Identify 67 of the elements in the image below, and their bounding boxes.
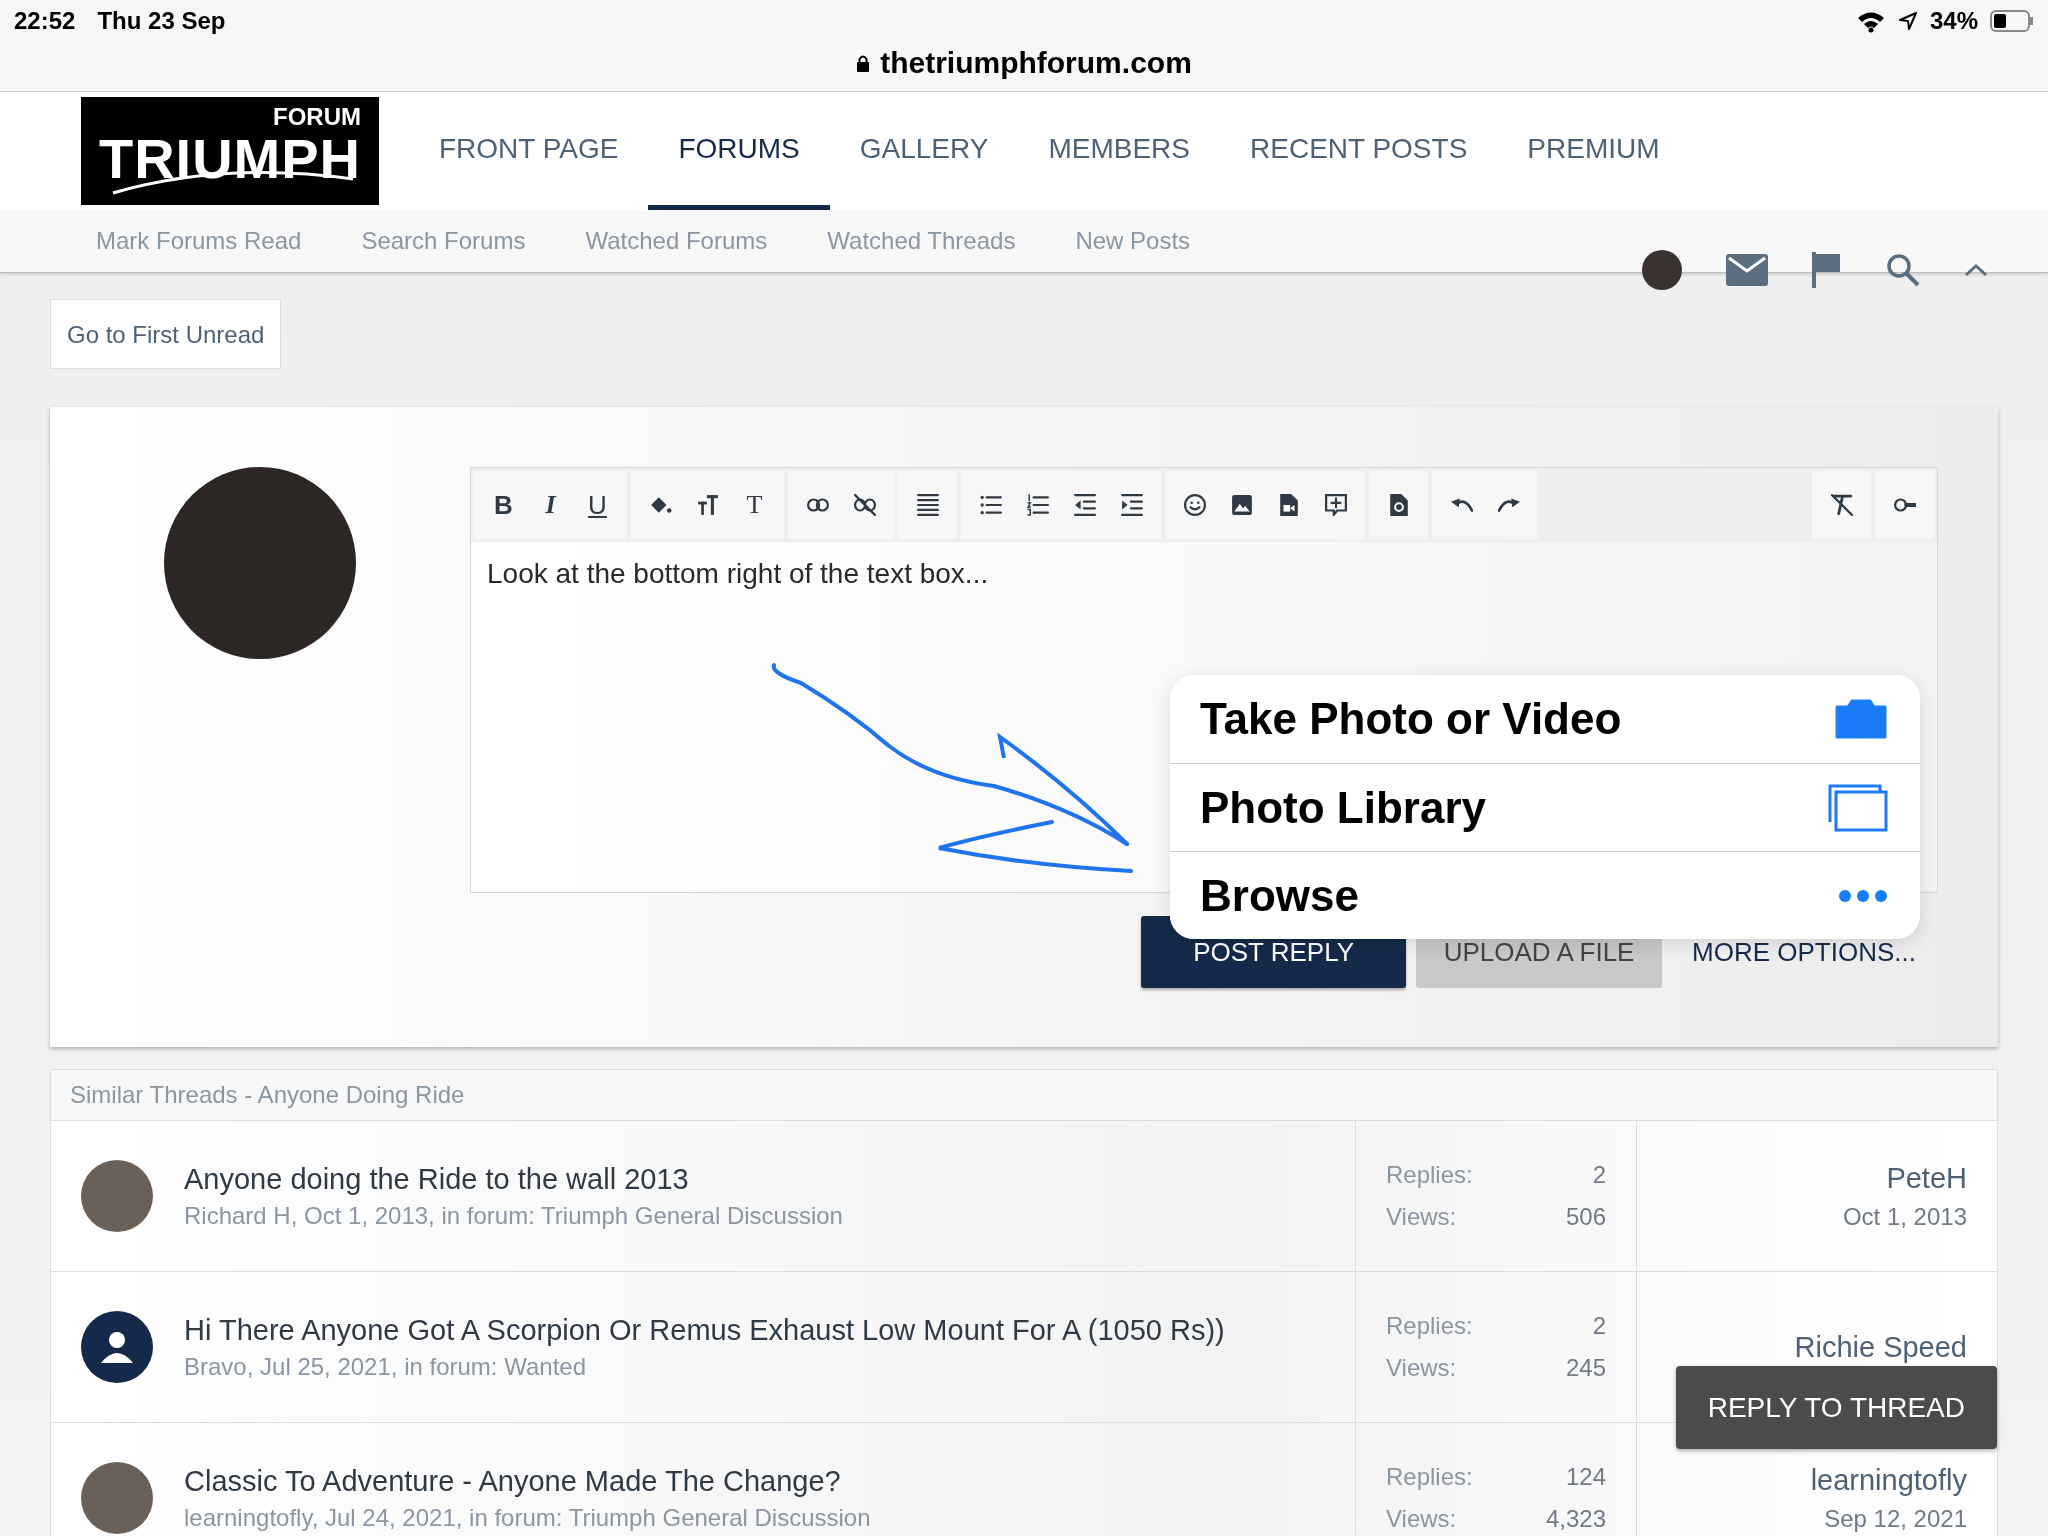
bullet-list-icon (979, 494, 1002, 516)
thread-title[interactable]: Anyone doing the Ride to the wall 2013 (184, 1162, 843, 1196)
thread-title[interactable]: Hi There Anyone Got A Scorpion Or Remus Exhaust Low Mount For A (1050 Rs)) (184, 1313, 1225, 1347)
editor-text: Look at the bottom right of the text box... (486, 557, 990, 591)
nav-tab[interactable]: PREMIUM (1497, 92, 1690, 210)
camera-icon (1834, 699, 1888, 739)
views-label: Views: (1386, 1203, 1457, 1231)
image-icon (1230, 494, 1253, 516)
emoji-icon (1183, 494, 1206, 516)
reply-to-thread-button[interactable]: REPLY TO THREAD (1675, 1366, 1997, 1449)
photo-library-icon (1828, 783, 1888, 832)
replies-label: Replies: (1386, 1463, 1473, 1491)
italic-button[interactable]: I (527, 471, 574, 539)
drafts-icon (1387, 494, 1410, 516)
indent-icon (1120, 494, 1143, 516)
views-count: 245 (1565, 1354, 1606, 1382)
flag-icon[interactable] (1812, 252, 1842, 288)
nav-tab[interactable]: RECENT POSTS (1220, 92, 1498, 210)
text-size-icon (696, 494, 719, 516)
last-post-date: Sep 12, 2021 (1824, 1504, 1967, 1533)
views-label: Views: (1386, 1354, 1457, 1382)
video-icon (1277, 494, 1300, 516)
align-icon (916, 494, 939, 516)
popover-option[interactable]: Browse (1170, 851, 1920, 939)
replies-count: 2 (1592, 1312, 1606, 1340)
comment-plus-icon (1324, 494, 1347, 516)
mail-icon[interactable] (1726, 254, 1768, 286)
nav-tab[interactable]: MEMBERS (1018, 92, 1220, 210)
unlink-icon (853, 494, 876, 516)
underline-button[interactable]: U (574, 471, 621, 539)
last-poster[interactable]: Richie Speed (1794, 1330, 1967, 1364)
bold-button[interactable]: B (480, 471, 527, 539)
replies-count: 124 (1565, 1463, 1606, 1491)
nav-tab[interactable]: GALLERY (829, 92, 1019, 210)
views-label: Views: (1386, 1505, 1457, 1533)
user-avatar[interactable] (1642, 250, 1682, 290)
status-time: 22:52 (14, 7, 76, 35)
battery-percentage: 34% (1929, 7, 1978, 35)
last-poster[interactable]: PeteH (1886, 1161, 1967, 1195)
status-date: Thu 23 Sep (97, 7, 226, 35)
section-header: Similar Threads - Anyone Doing Ride (51, 1070, 1997, 1121)
lock-icon (856, 54, 871, 72)
location-arrow-icon (1897, 11, 1918, 31)
thread-title[interactable]: Classic To Adventure - Anyone Made The Change? (184, 1464, 871, 1498)
battery-icon (1990, 10, 2034, 32)
popover-option[interactable]: Photo Library (1170, 763, 1920, 851)
popover-option[interactable]: Take Photo or Video (1170, 675, 1920, 763)
nav-tab[interactable]: FRONT PAGE (409, 92, 649, 210)
thread-meta: Richard H, Oct 1, 2013, in forum: Triumph General Discussion (184, 1201, 843, 1230)
last-poster[interactable]: learningtofly (1810, 1463, 1967, 1497)
address-bar-url[interactable]: thetriumphforum.com (880, 46, 1192, 80)
search-icon[interactable] (1886, 253, 1920, 287)
more-icon (1838, 888, 1888, 903)
views-count: 4,323 (1545, 1505, 1606, 1533)
clear-format-icon (1830, 494, 1853, 516)
go-to-first-unread-button[interactable]: Go to First Unread (50, 299, 282, 369)
views-count: 506 (1565, 1203, 1606, 1231)
caret-up-icon[interactable] (1964, 263, 1988, 277)
thread-meta: Bravo, Jul 25, 2021, in forum: Wanted (184, 1352, 587, 1381)
replies-label: Replies: (1386, 1312, 1473, 1340)
outdent-icon (1073, 494, 1096, 516)
replies-label: Replies: (1386, 1161, 1473, 1189)
numbered-list-icon (1026, 494, 1049, 516)
last-post-date: Oct 1, 2013 (1842, 1202, 1967, 1231)
thread-meta: learningtofly, Jul 24, 2021, in forum: Triumph General Discussion (184, 1503, 871, 1532)
forum-logo[interactable]: FORUM TRIUMPH (81, 97, 379, 205)
replies-count: 2 (1592, 1161, 1606, 1189)
